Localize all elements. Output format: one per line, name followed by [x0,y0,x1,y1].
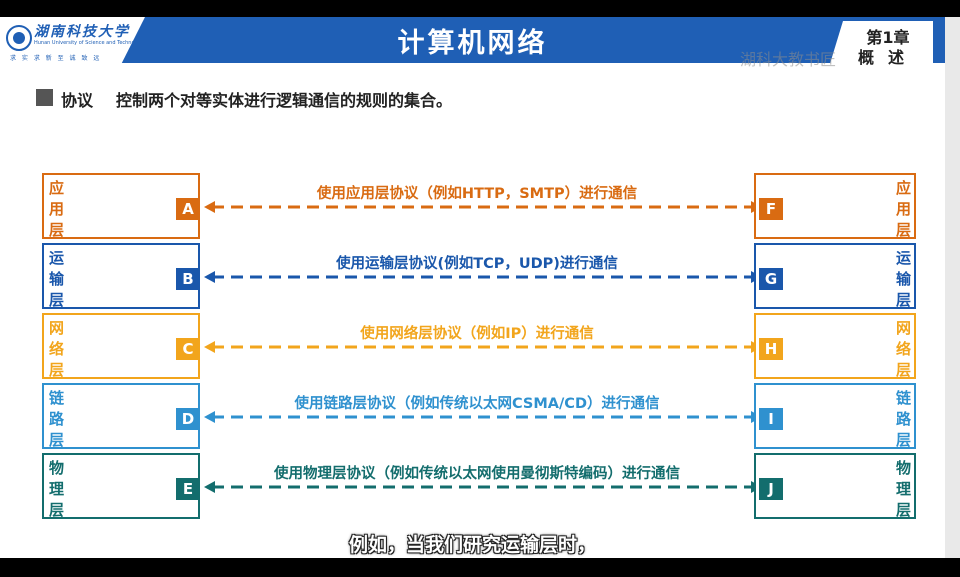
entity-letter: A [176,198,200,220]
layer-name: 运输层 [895,249,911,309]
side-strip [945,17,960,558]
entity-letter: B [176,268,200,290]
video-top-bar [0,0,960,17]
entity-letter: C [176,338,200,360]
entity-letter: I [759,408,783,430]
layer-name: 链路层 [49,389,65,449]
layer-box-right-0: 应用层 F [754,173,916,239]
layer-box-left-2: 网络层 C [42,313,200,379]
video-subtitle: 例如，当我们研究运输层时， [348,534,596,556]
layer-name: 应用层 [895,179,911,239]
layer-name: 网络层 [895,319,911,379]
entity-letter: G [759,268,783,290]
layer-box-right-1: 运输层 G [754,243,916,309]
peer-link-label: 使用网络层协议（例如IP）进行通信 [360,326,594,342]
layer-box-right-3: 链路层 I [754,383,916,449]
layer-box-right-2: 网络层 H [754,313,916,379]
layer-name: 链路层 [895,389,911,449]
entity-letter: J [759,478,783,500]
layer-box-left-1: 运输层 B [42,243,200,309]
peer-link-label: 使用运输层协议(例如TCP，UDP)进行通信 [336,256,618,272]
slide: 湖南科技大学 Hunan University of Science and T… [0,17,945,558]
layer-box-left-0: 应用层 A [42,173,200,239]
layer-name: 运输层 [49,249,65,309]
layer-name: 应用层 [49,179,65,239]
layer-name: 物理层 [895,459,911,519]
entity-letter: E [176,478,200,500]
video-bottom-bar [0,558,960,577]
peer-link-label: 使用链路层协议（例如传统以太网CSMA/CD）进行通信 [294,396,660,412]
peer-link-label: 使用应用层协议（例如HTTP，SMTP）进行通信 [316,186,638,202]
entity-letter: H [759,338,783,360]
layer-name: 物理层 [49,459,65,519]
entity-letter: D [176,408,200,430]
layer-name: 网络层 [49,319,65,379]
layer-box-left-4: 物理层 E [42,453,200,519]
entity-letter: F [759,198,783,220]
layer-box-right-4: 物理层 J [754,453,916,519]
layer-box-left-3: 链路层 D [42,383,200,449]
peer-link-label: 使用物理层协议（例如传统以太网使用曼彻斯特编码）进行通信 [274,466,680,482]
